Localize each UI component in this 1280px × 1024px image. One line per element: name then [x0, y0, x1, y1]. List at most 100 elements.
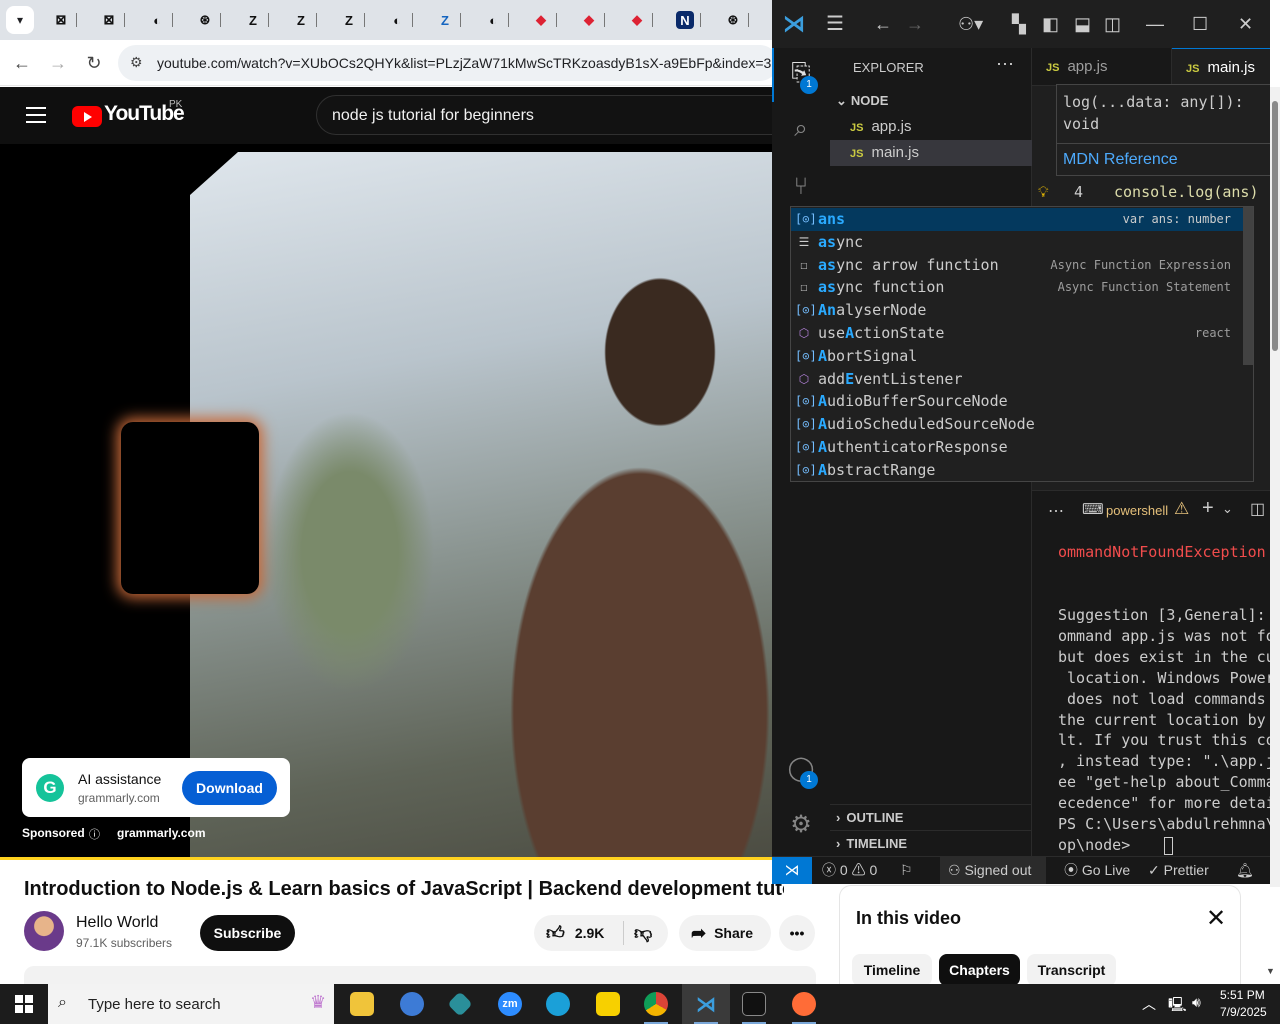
mdn-reference-link[interactable]: MDN Reference — [1063, 151, 1178, 169]
browser-tab[interactable]: ⊠ — [46, 8, 90, 32]
scrollbar-thumb[interactable] — [1272, 101, 1278, 351]
settings-gear-icon[interactable]: ⚙ — [786, 810, 816, 840]
browser-tab[interactable]: Z — [334, 8, 378, 32]
more-actions-button[interactable]: ••• — [779, 915, 815, 951]
plus-icon[interactable]: + — [1202, 497, 1214, 520]
chevron-down-icon[interactable]: ⌄ — [1222, 501, 1233, 517]
browser-tab[interactable]: ⊛ — [718, 8, 762, 32]
tab-main-js[interactable]: JS main.js — [1172, 48, 1270, 86]
browser-tab[interactable]: ◐ — [478, 8, 522, 32]
terminal-shell-name[interactable]: powershell — [1106, 503, 1168, 518]
more-horizontal-icon[interactable]: ⋯ — [996, 54, 1014, 75]
browser-tab[interactable]: ◆ — [622, 8, 666, 32]
problems-indicator[interactable]: ⓧ 0 ⚠ 0 — [822, 857, 877, 884]
zoom-app[interactable]: zm — [486, 984, 534, 1024]
video-player[interactable]: G AI assistance grammarly.com Download S… — [0, 144, 772, 860]
ad-download-button[interactable]: Download — [182, 771, 277, 805]
suggestion-item[interactable]: [⊙] AnalyserNode — [791, 299, 1243, 322]
outline-section[interactable]: › OUTLINE — [830, 804, 1032, 830]
file-explorer-app[interactable] — [338, 984, 386, 1024]
suggestion-item[interactable]: [⊙] AudioBufferSourceNode — [791, 390, 1243, 413]
sponsored-domain[interactable]: grammarly.com — [117, 826, 205, 840]
toggle-sidebar-icon[interactable]: ◧ — [1042, 12, 1059, 36]
channel-avatar[interactable] — [24, 911, 64, 951]
tab-search-button[interactable]: ▾ — [6, 6, 34, 34]
account-status[interactable]: ⚇ Signed out — [940, 857, 1046, 884]
clock-date[interactable]: 7/9/2025 — [1220, 1005, 1267, 1019]
timeline-section[interactable]: › TIMELINE — [830, 830, 1032, 856]
source-control-icon[interactable]: ⑂ — [786, 172, 816, 202]
suggestion-item[interactable]: ☰ async — [791, 231, 1243, 254]
prettier-status[interactable]: ✓ Prettier — [1148, 857, 1209, 884]
suggestion-item[interactable]: ⬡ addEventListener — [791, 368, 1243, 391]
description-box[interactable] — [24, 966, 816, 984]
browser-tab[interactable]: N — [670, 8, 714, 32]
sticky-notes-app[interactable] — [584, 984, 632, 1024]
toggle-panel-icon[interactable]: ⬓ — [1074, 12, 1091, 36]
site-info-icon[interactable]: ⚙ — [130, 54, 143, 71]
chip-chapters[interactable]: Chapters — [939, 954, 1020, 986]
arrow-left-icon[interactable]: ← — [874, 12, 892, 36]
browser-tab[interactable]: ◆ — [574, 8, 618, 32]
suggestions-scrollbar[interactable] — [1243, 207, 1253, 365]
more-horizontal-icon[interactable]: ⋯ — [1048, 501, 1064, 521]
lightbulb-icon[interactable]: 💡︎ — [1038, 178, 1049, 206]
start-button[interactable] — [0, 984, 48, 1024]
chrome-app[interactable] — [632, 984, 680, 1024]
browser-tab[interactable]: Z — [286, 8, 330, 32]
forward-button[interactable]: → — [46, 51, 70, 75]
menu-icon[interactable]: ☰ — [826, 12, 844, 36]
browser-tab[interactable]: ⊛ — [190, 8, 234, 32]
subscribe-button[interactable]: Subscribe — [200, 915, 295, 951]
info-icon[interactable]: ⓘ — [89, 826, 100, 842]
bell-icon[interactable]: 🔔︎ — [1236, 857, 1254, 884]
page-scrollbar[interactable] — [1270, 87, 1280, 887]
folder-node[interactable]: ⌄ NODE — [830, 88, 1032, 114]
maximize-icon[interactable]: ☐ — [1192, 12, 1208, 36]
customize-layout-icon[interactable]: ▚ — [1012, 12, 1026, 36]
toggle-secondary-sidebar-icon[interactable]: ◫ — [1104, 12, 1121, 36]
suggestion-item[interactable]: ☐ async function Async Function Statement — [791, 276, 1243, 299]
like-button[interactable]: 👍︎ 2.9K — [534, 921, 624, 945]
channel-name[interactable]: Hello World — [76, 914, 158, 932]
chip-transcript[interactable]: Transcript — [1027, 954, 1116, 986]
3d-app[interactable] — [436, 984, 484, 1024]
ad-card[interactable]: G AI assistance grammarly.com Download — [22, 758, 290, 817]
suggestion-item[interactable]: [⊙] AudioScheduledSourceNode — [791, 413, 1243, 436]
remote-indicator-icon[interactable]: ⋊ — [772, 857, 812, 884]
address-bar[interactable]: ⚙ youtube.com/watch?v=XUbOCs2QHYk&list=P… — [118, 45, 778, 81]
share-button[interactable]: ➦ Share — [679, 915, 771, 951]
youtube-search-input[interactable]: node js tutorial for beginners — [316, 95, 786, 135]
search-icon[interactable]: ⌕ — [786, 114, 816, 144]
suggestion-item[interactable]: [⊙] AuthenticatorResponse — [791, 436, 1243, 459]
suggestion-item[interactable]: [⊙] AbstractRange — [791, 459, 1243, 482]
terminal-app[interactable] — [730, 984, 778, 1024]
suggestion-item[interactable]: [⊙] ans var ans: number — [791, 208, 1243, 231]
taskbar-search-box[interactable]: ⌕ Type here to search ♛ — [48, 984, 334, 1024]
scroll-down-icon[interactable]: ▼ — [1266, 966, 1275, 976]
postman-app[interactable] — [780, 984, 828, 1024]
browser-tab[interactable]: ◐ — [382, 8, 426, 32]
browser-tab[interactable]: ◆ — [526, 8, 570, 32]
hamburger-menu-icon[interactable] — [26, 107, 46, 128]
suggestion-item[interactable]: [⊙] AbortSignal — [791, 345, 1243, 368]
reload-button[interactable]: ↻ — [82, 51, 106, 75]
back-button[interactable]: ← — [10, 51, 34, 75]
file-app-js[interactable]: JS app.js — [830, 114, 1032, 140]
terminal-output[interactable]: Suggestion [3,General]: ommand app.js wa… — [1058, 605, 1270, 856]
dislike-button[interactable]: 👎︎ — [624, 922, 652, 944]
ports-icon[interactable]: ⚐ — [900, 857, 913, 884]
chip-timeline[interactable]: Timeline — [852, 954, 932, 986]
arrow-right-icon[interactable]: → — [906, 12, 924, 36]
chevron-up-icon[interactable]: ︿ — [1142, 994, 1156, 1014]
code-line-4[interactable]: 💡︎ 4 console.log(ans) — [1032, 178, 1270, 206]
browser-tab[interactable]: ⊠ — [94, 8, 138, 32]
split-terminal-icon[interactable]: ◫ — [1250, 499, 1265, 519]
browser-tab[interactable]: Z — [430, 8, 474, 32]
youtube-logo-icon[interactable] — [72, 106, 102, 127]
vscode-app[interactable]: ⋊ — [682, 984, 730, 1024]
clock-time[interactable]: 5:51 PM — [1220, 988, 1265, 1002]
minimize-icon[interactable]: — — [1146, 12, 1164, 36]
edge-app[interactable] — [534, 984, 582, 1024]
paint-app[interactable] — [388, 984, 436, 1024]
